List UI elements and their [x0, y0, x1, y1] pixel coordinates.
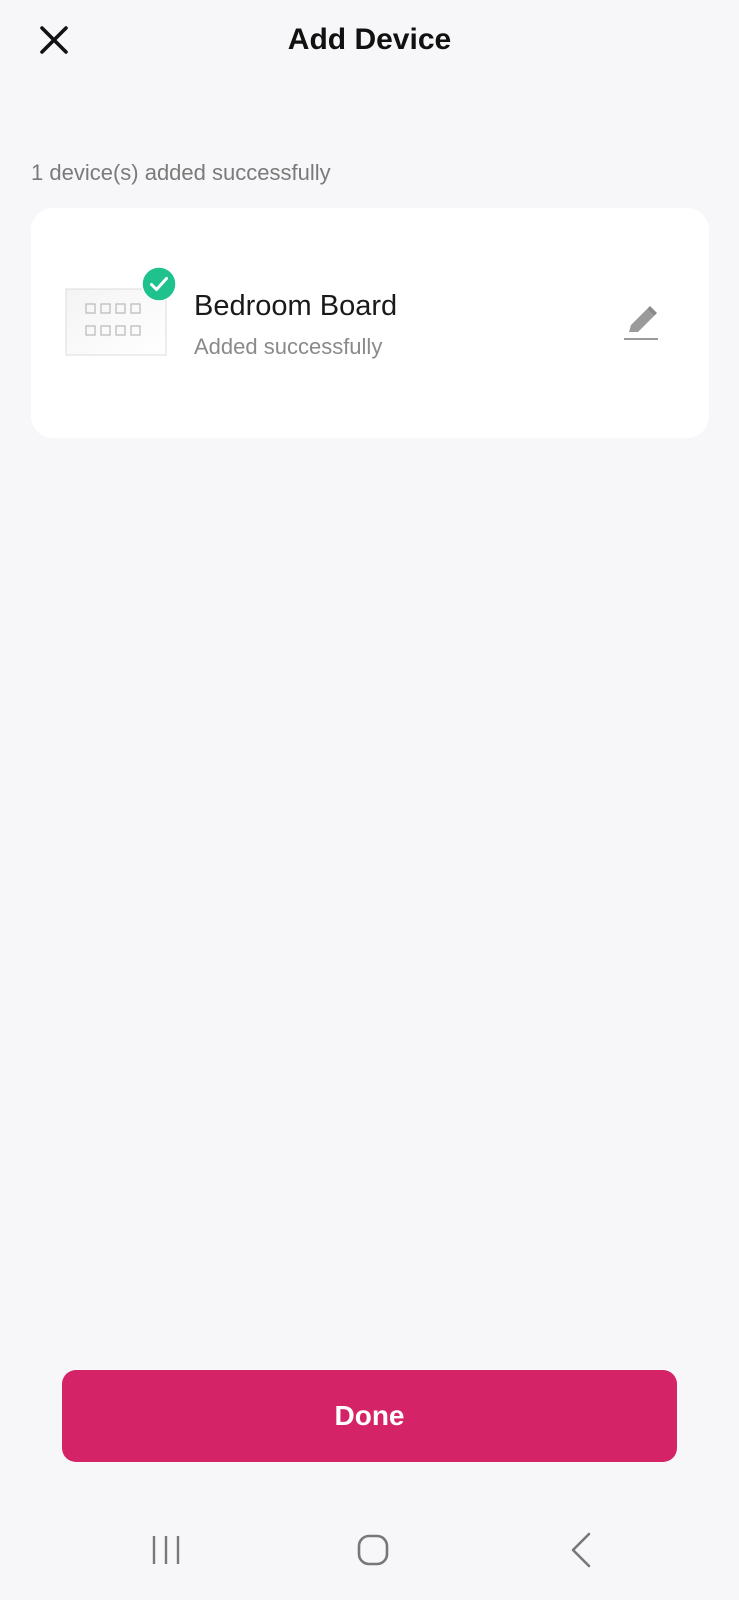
device-name: Bedroom Board — [194, 290, 398, 322]
top-bar: Add Device — [0, 0, 739, 80]
back-button[interactable] — [562, 1530, 602, 1570]
recents-button[interactable] — [146, 1530, 186, 1570]
edit-device-name-button[interactable] — [619, 300, 663, 344]
recents-icon — [152, 1536, 180, 1564]
pencil-icon — [624, 306, 658, 340]
home-icon — [357, 1534, 389, 1566]
check-circle-icon — [141, 266, 177, 302]
page-title: Add Device — [287, 23, 452, 56]
back-icon — [571, 1532, 591, 1568]
done-button[interactable]: Done — [62, 1370, 677, 1462]
home-button[interactable] — [353, 1530, 393, 1570]
device-card: Bedroom Board Added successfully — [31, 208, 709, 438]
device-status: Added successfully — [194, 334, 383, 359]
system-navigation-bar — [0, 1500, 739, 1600]
added-devices-caption: 1 device(s) added successfully — [31, 160, 331, 185]
